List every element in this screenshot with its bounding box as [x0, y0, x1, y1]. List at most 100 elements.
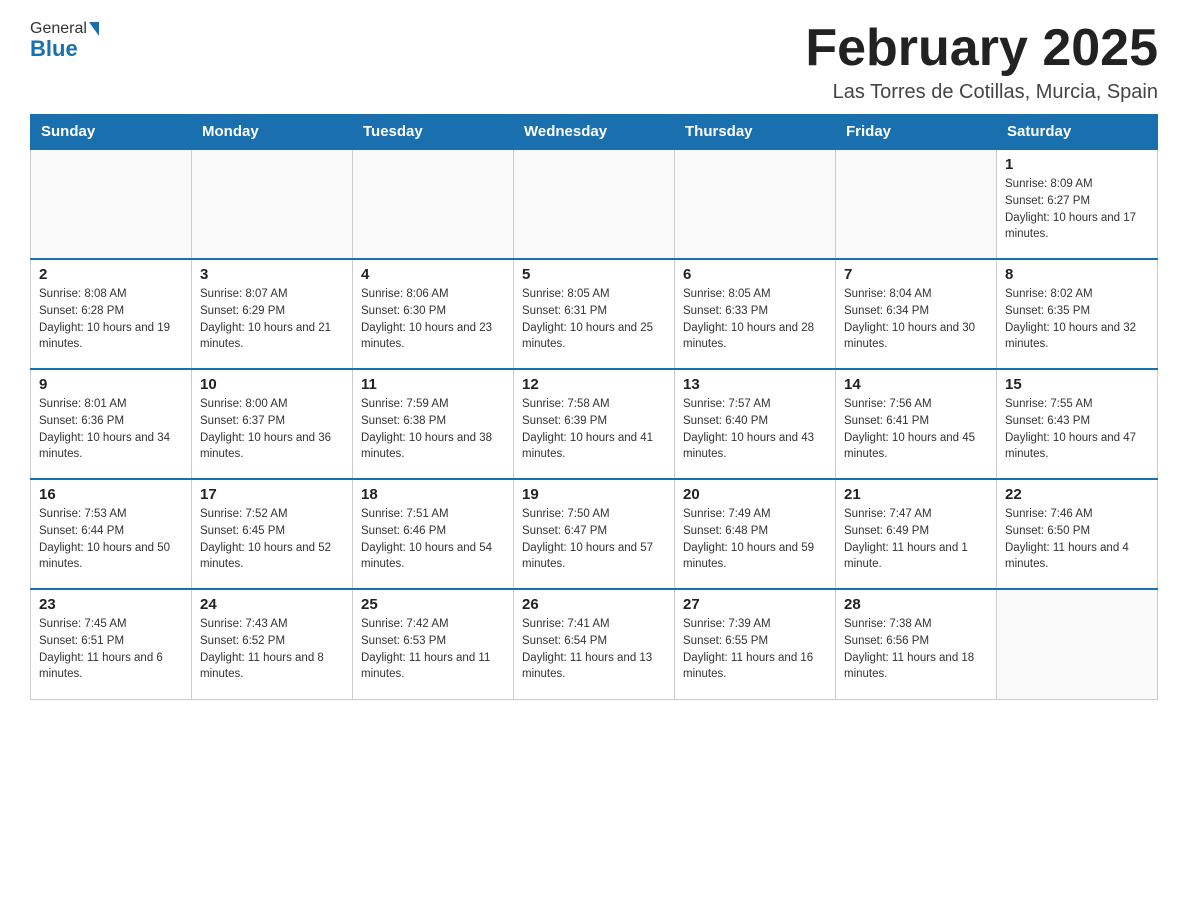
day-number: 4 [361, 266, 505, 283]
calendar-day-cell: 14Sunrise: 7:56 AMSunset: 6:41 PMDayligh… [836, 369, 997, 479]
calendar-day-cell: 3 Sunrise: 8:07 AMSunset: 6:29 PMDaylight… [192, 259, 353, 369]
logo-blue-text: Blue [30, 36, 78, 62]
calendar-day-cell: 9Sunrise: 8:01 AMSunset: 6:36 PMDaylight… [31, 369, 192, 479]
day-number: 12 [522, 376, 666, 393]
day-info: Sunrise: 7:43 AMSunset: 6:52 PMDaylight:… [200, 616, 344, 683]
calendar-day-cell: 18 Sunrise: 7:51 AMSunset: 6:46 PMDayligh… [353, 479, 514, 589]
day-info: Sunrise: 7:58 AMSunset: 6:39 PMDaylight:… [522, 396, 666, 463]
calendar-day-cell: 6 Sunrise: 8:05 AMSunset: 6:33 PMDaylight… [675, 259, 836, 369]
calendar-day-cell: 4 Sunrise: 8:06 AMSunset: 6:30 PMDaylight… [353, 259, 514, 369]
day-info: Sunrise: 7:59 AMSunset: 6:38 PMDaylight:… [361, 396, 505, 463]
day-number: 16 [39, 486, 183, 503]
day-info: Sunrise: 7:56 AMSunset: 6:41 PMDaylight:… [844, 396, 988, 463]
calendar-day-cell: 17 Sunrise: 7:52 AMSunset: 6:45 PMDayligh… [192, 479, 353, 589]
title-block: February 2025 Las Torres de Cotillas, Mu… [805, 20, 1158, 104]
calendar-day-cell [675, 149, 836, 259]
calendar-day-cell: 24 Sunrise: 7:43 AMSunset: 6:52 PMDayligh… [192, 589, 353, 699]
day-info: Sunrise: 7:39 AMSunset: 6:55 PMDaylight:… [683, 616, 827, 683]
location-text: Las Torres de Cotillas, Murcia, Spain [805, 81, 1158, 104]
calendar-table: SundayMondayTuesdayWednesdayThursdayFrid… [30, 114, 1158, 700]
calendar-day-cell: 2 Sunrise: 8:08 AMSunset: 6:28 PMDaylight… [31, 259, 192, 369]
day-number: 7 [844, 266, 988, 283]
day-number: 19 [522, 486, 666, 503]
calendar-day-cell [836, 149, 997, 259]
day-info: Sunrise: 8:06 AMSunset: 6:30 PMDaylight:… [361, 286, 505, 353]
calendar-day-cell: 27 Sunrise: 7:39 AMSunset: 6:55 PMDayligh… [675, 589, 836, 699]
weekday-header-row: SundayMondayTuesdayWednesdayThursdayFrid… [31, 115, 1158, 150]
calendar-day-cell [997, 589, 1158, 699]
calendar-day-cell: 26Sunrise: 7:41 AMSunset: 6:54 PMDayligh… [514, 589, 675, 699]
day-number: 22 [1005, 486, 1149, 503]
day-info: Sunrise: 7:42 AMSunset: 6:53 PMDaylight:… [361, 616, 505, 683]
weekday-header-sunday: Sunday [31, 115, 192, 150]
day-info: Sunrise: 8:00 AMSunset: 6:37 PMDaylight:… [200, 396, 344, 463]
day-number: 21 [844, 486, 988, 503]
calendar-day-cell [514, 149, 675, 259]
calendar-day-cell: 1Sunrise: 8:09 AMSunset: 6:27 PMDaylight… [997, 149, 1158, 259]
calendar-day-cell: 11 Sunrise: 7:59 AMSunset: 6:38 PMDayligh… [353, 369, 514, 479]
month-title: February 2025 [805, 20, 1158, 77]
calendar-day-cell: 21 Sunrise: 7:47 AMSunset: 6:49 PMDayligh… [836, 479, 997, 589]
day-number: 26 [522, 596, 666, 613]
weekday-header-monday: Monday [192, 115, 353, 150]
calendar-day-cell: 5 Sunrise: 8:05 AMSunset: 6:31 PMDaylight… [514, 259, 675, 369]
day-number: 8 [1005, 266, 1149, 283]
weekday-header-thursday: Thursday [675, 115, 836, 150]
calendar-day-cell: 13Sunrise: 7:57 AMSunset: 6:40 PMDayligh… [675, 369, 836, 479]
calendar-day-cell: 10 Sunrise: 8:00 AMSunset: 6:37 PMDayligh… [192, 369, 353, 479]
day-info: Sunrise: 8:04 AMSunset: 6:34 PMDaylight:… [844, 286, 988, 353]
logo: General Blue [30, 20, 99, 62]
day-info: Sunrise: 8:05 AMSunset: 6:33 PMDaylight:… [683, 286, 827, 353]
calendar-week-row: 9Sunrise: 8:01 AMSunset: 6:36 PMDaylight… [31, 369, 1158, 479]
day-number: 17 [200, 486, 344, 503]
day-info: Sunrise: 7:53 AMSunset: 6:44 PMDaylight:… [39, 506, 183, 573]
calendar-day-cell: 7 Sunrise: 8:04 AMSunset: 6:34 PMDaylight… [836, 259, 997, 369]
calendar-day-cell: 8 Sunrise: 8:02 AMSunset: 6:35 PMDaylight… [997, 259, 1158, 369]
day-info: Sunrise: 7:45 AMSunset: 6:51 PMDaylight:… [39, 616, 183, 683]
day-number: 20 [683, 486, 827, 503]
day-number: 2 [39, 266, 183, 283]
day-number: 28 [844, 596, 988, 613]
calendar-week-row: 23 Sunrise: 7:45 AMSunset: 6:51 PMDayligh… [31, 589, 1158, 699]
day-number: 27 [683, 596, 827, 613]
day-info: Sunrise: 8:02 AMSunset: 6:35 PMDaylight:… [1005, 286, 1149, 353]
day-number: 5 [522, 266, 666, 283]
calendar-day-cell: 19Sunrise: 7:50 AMSunset: 6:47 PMDayligh… [514, 479, 675, 589]
day-info: Sunrise: 7:38 AMSunset: 6:56 PMDaylight:… [844, 616, 988, 683]
weekday-header-saturday: Saturday [997, 115, 1158, 150]
day-info: Sunrise: 8:01 AMSunset: 6:36 PMDaylight:… [39, 396, 183, 463]
weekday-header-tuesday: Tuesday [353, 115, 514, 150]
day-number: 10 [200, 376, 344, 393]
page-header: General Blue February 2025 Las Torres de… [30, 20, 1158, 104]
day-info: Sunrise: 7:55 AMSunset: 6:43 PMDaylight:… [1005, 396, 1149, 463]
calendar-day-cell [192, 149, 353, 259]
day-info: Sunrise: 7:52 AMSunset: 6:45 PMDaylight:… [200, 506, 344, 573]
calendar-day-cell [31, 149, 192, 259]
day-info: Sunrise: 8:08 AMSunset: 6:28 PMDaylight:… [39, 286, 183, 353]
day-info: Sunrise: 8:05 AMSunset: 6:31 PMDaylight:… [522, 286, 666, 353]
calendar-day-cell: 25 Sunrise: 7:42 AMSunset: 6:53 PMDayligh… [353, 589, 514, 699]
day-info: Sunrise: 7:46 AMSunset: 6:50 PMDaylight:… [1005, 506, 1149, 573]
day-number: 11 [361, 376, 505, 393]
calendar-week-row: 16 Sunrise: 7:53 AMSunset: 6:44 PMDayligh… [31, 479, 1158, 589]
day-number: 23 [39, 596, 183, 613]
day-info: Sunrise: 7:47 AMSunset: 6:49 PMDaylight:… [844, 506, 988, 573]
day-info: Sunrise: 8:07 AMSunset: 6:29 PMDaylight:… [200, 286, 344, 353]
day-info: Sunrise: 7:51 AMSunset: 6:46 PMDaylight:… [361, 506, 505, 573]
day-number: 18 [361, 486, 505, 503]
calendar-day-cell: 20Sunrise: 7:49 AMSunset: 6:48 PMDayligh… [675, 479, 836, 589]
calendar-day-cell: 16 Sunrise: 7:53 AMSunset: 6:44 PMDayligh… [31, 479, 192, 589]
day-number: 24 [200, 596, 344, 613]
day-number: 1 [1005, 156, 1149, 173]
calendar-day-cell: 15Sunrise: 7:55 AMSunset: 6:43 PMDayligh… [997, 369, 1158, 479]
day-number: 25 [361, 596, 505, 613]
day-number: 6 [683, 266, 827, 283]
weekday-header-wednesday: Wednesday [514, 115, 675, 150]
logo-arrow-icon [89, 22, 99, 36]
calendar-week-row: 1Sunrise: 8:09 AMSunset: 6:27 PMDaylight… [31, 149, 1158, 259]
day-number: 3 [200, 266, 344, 283]
calendar-day-cell: 23 Sunrise: 7:45 AMSunset: 6:51 PMDayligh… [31, 589, 192, 699]
calendar-day-cell: 12 Sunrise: 7:58 AMSunset: 6:39 PMDayligh… [514, 369, 675, 479]
calendar-day-cell: 22 Sunrise: 7:46 AMSunset: 6:50 PMDayligh… [997, 479, 1158, 589]
weekday-header-friday: Friday [836, 115, 997, 150]
